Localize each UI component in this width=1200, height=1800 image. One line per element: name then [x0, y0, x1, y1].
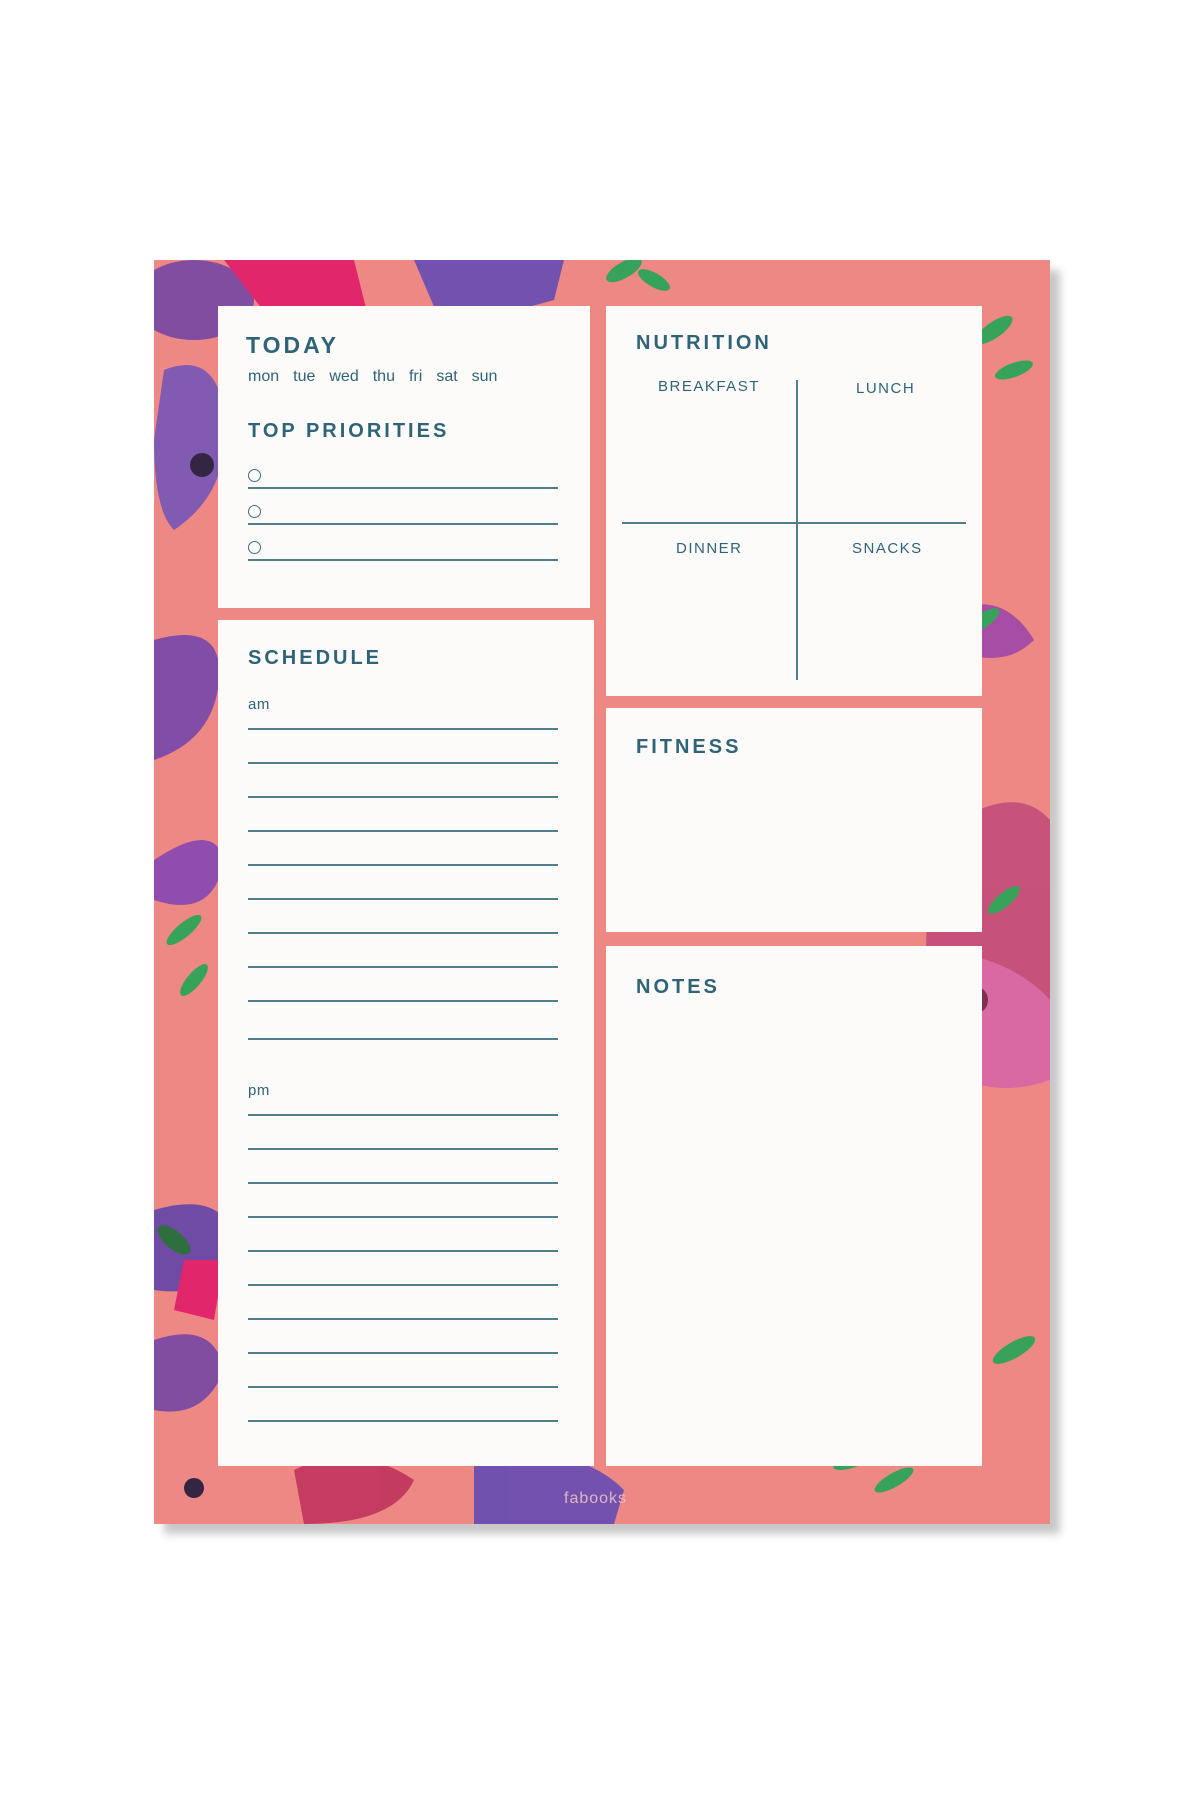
- schedule-line[interactable]: [248, 796, 558, 798]
- day-thu[interactable]: thu: [373, 368, 395, 386]
- schedule-line[interactable]: [248, 1420, 558, 1422]
- top-priorities-title: TOP PRIORITIES: [248, 420, 450, 442]
- priority-line-3[interactable]: [248, 559, 558, 561]
- schedule-line[interactable]: [248, 1148, 558, 1150]
- dinner-label: DINNER: [676, 540, 743, 557]
- snacks-label: SNACKS: [852, 540, 923, 557]
- priority-checkbox-2[interactable]: [248, 505, 261, 518]
- day-tue[interactable]: tue: [293, 368, 315, 386]
- schedule-line[interactable]: [248, 932, 558, 934]
- pm-label: pm: [248, 1082, 270, 1099]
- schedule-line[interactable]: [248, 1284, 558, 1286]
- schedule-line[interactable]: [248, 1038, 558, 1040]
- priority-line-2[interactable]: [248, 523, 558, 525]
- schedule-line[interactable]: [248, 1114, 558, 1116]
- schedule-line[interactable]: [248, 762, 558, 764]
- breakfast-label: BREAKFAST: [658, 378, 760, 395]
- schedule-line[interactable]: [248, 1352, 558, 1354]
- schedule-line[interactable]: [248, 1216, 558, 1218]
- schedule-line[interactable]: [248, 1386, 558, 1388]
- day-sat[interactable]: sat: [436, 368, 457, 386]
- lunch-label: LUNCH: [856, 380, 916, 397]
- schedule-line[interactable]: [248, 728, 558, 730]
- schedule-line[interactable]: [248, 898, 558, 900]
- day-sun[interactable]: sun: [472, 368, 498, 386]
- schedule-line[interactable]: [248, 830, 558, 832]
- fitness-title: FITNESS: [636, 736, 742, 758]
- planner-pad: TODAY mon tue wed thu fri sat sun TOP PR…: [154, 260, 1050, 1524]
- schedule-line[interactable]: [248, 1182, 558, 1184]
- am-label: am: [248, 696, 270, 713]
- schedule-line[interactable]: [248, 1250, 558, 1252]
- schedule-line[interactable]: [248, 864, 558, 866]
- notes-card: NOTES: [606, 946, 982, 1466]
- schedule-line[interactable]: [248, 966, 558, 968]
- priority-checkbox-3[interactable]: [248, 541, 261, 554]
- nutrition-title: NUTRITION: [636, 332, 772, 354]
- today-card: TODAY mon tue wed thu fri sat sun TOP PR…: [218, 306, 590, 608]
- today-title: TODAY: [246, 332, 339, 358]
- schedule-line[interactable]: [248, 1318, 558, 1320]
- priority-line-1[interactable]: [248, 487, 558, 489]
- priority-checkbox-1[interactable]: [248, 469, 261, 482]
- day-wed[interactable]: wed: [329, 368, 358, 386]
- schedule-line[interactable]: [248, 1000, 558, 1002]
- nutrition-horizontal-divider: [622, 522, 966, 524]
- nutrition-card: NUTRITION BREAKFAST LUNCH DINNER SNACKS: [606, 306, 982, 696]
- fitness-card: FITNESS: [606, 708, 982, 932]
- nutrition-vertical-divider: [796, 380, 798, 680]
- day-mon[interactable]: mon: [248, 368, 279, 386]
- schedule-card: SCHEDULE am pm: [218, 620, 594, 1466]
- schedule-title: SCHEDULE: [248, 647, 383, 669]
- notes-title: NOTES: [636, 976, 720, 998]
- day-fri[interactable]: fri: [409, 368, 422, 386]
- brand-logo-text: fabooks: [564, 1490, 628, 1507]
- weekday-row: mon tue wed thu fri sat sun: [248, 368, 497, 386]
